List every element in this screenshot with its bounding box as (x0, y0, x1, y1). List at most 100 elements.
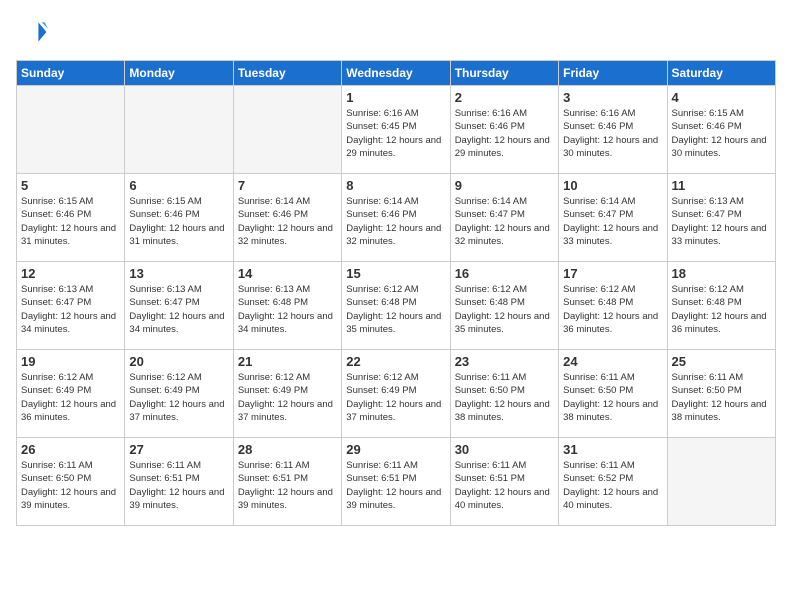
day-info: Sunrise: 6:13 AM Sunset: 6:47 PM Dayligh… (672, 195, 771, 248)
logo (16, 16, 52, 48)
day-number: 8 (346, 178, 445, 193)
day-cell: 4 Sunrise: 6:15 AM Sunset: 6:46 PM Daylig… (667, 86, 775, 174)
day-info: Sunrise: 6:13 AM Sunset: 6:48 PM Dayligh… (238, 283, 337, 336)
day-number: 3 (563, 90, 662, 105)
day-cell: 19 Sunrise: 6:12 AM Sunset: 6:49 PM Dayli… (17, 350, 125, 438)
day-info: Sunrise: 6:13 AM Sunset: 6:47 PM Dayligh… (21, 283, 120, 336)
day-cell: 18 Sunrise: 6:12 AM Sunset: 6:48 PM Dayli… (667, 262, 775, 350)
day-header-monday: Monday (125, 61, 233, 86)
day-number: 31 (563, 442, 662, 457)
day-header-tuesday: Tuesday (233, 61, 341, 86)
day-number: 23 (455, 354, 554, 369)
week-row-3: 19 Sunrise: 6:12 AM Sunset: 6:49 PM Dayli… (17, 350, 776, 438)
day-cell: 20 Sunrise: 6:12 AM Sunset: 6:49 PM Dayli… (125, 350, 233, 438)
day-info: Sunrise: 6:11 AM Sunset: 6:50 PM Dayligh… (563, 371, 662, 424)
day-info: Sunrise: 6:14 AM Sunset: 6:46 PM Dayligh… (346, 195, 445, 248)
day-number: 25 (672, 354, 771, 369)
day-number: 26 (21, 442, 120, 457)
day-info: Sunrise: 6:12 AM Sunset: 6:49 PM Dayligh… (21, 371, 120, 424)
day-info: Sunrise: 6:12 AM Sunset: 6:49 PM Dayligh… (129, 371, 228, 424)
day-info: Sunrise: 6:11 AM Sunset: 6:50 PM Dayligh… (455, 371, 554, 424)
day-number: 18 (672, 266, 771, 281)
week-row-2: 12 Sunrise: 6:13 AM Sunset: 6:47 PM Dayli… (17, 262, 776, 350)
week-row-4: 26 Sunrise: 6:11 AM Sunset: 6:50 PM Dayli… (17, 438, 776, 526)
day-number: 19 (21, 354, 120, 369)
day-info: Sunrise: 6:12 AM Sunset: 6:48 PM Dayligh… (672, 283, 771, 336)
calendar-body: 1 Sunrise: 6:16 AM Sunset: 6:45 PM Daylig… (17, 86, 776, 526)
calendar-table: SundayMondayTuesdayWednesdayThursdayFrid… (16, 60, 776, 526)
day-cell: 8 Sunrise: 6:14 AM Sunset: 6:46 PM Daylig… (342, 174, 450, 262)
day-info: Sunrise: 6:11 AM Sunset: 6:51 PM Dayligh… (346, 459, 445, 512)
week-row-1: 5 Sunrise: 6:15 AM Sunset: 6:46 PM Daylig… (17, 174, 776, 262)
day-info: Sunrise: 6:16 AM Sunset: 6:46 PM Dayligh… (563, 107, 662, 160)
day-cell: 5 Sunrise: 6:15 AM Sunset: 6:46 PM Daylig… (17, 174, 125, 262)
day-number: 21 (238, 354, 337, 369)
day-header-saturday: Saturday (667, 61, 775, 86)
day-number: 13 (129, 266, 228, 281)
day-info: Sunrise: 6:15 AM Sunset: 6:46 PM Dayligh… (129, 195, 228, 248)
day-number: 10 (563, 178, 662, 193)
day-cell: 14 Sunrise: 6:13 AM Sunset: 6:48 PM Dayli… (233, 262, 341, 350)
day-info: Sunrise: 6:11 AM Sunset: 6:50 PM Dayligh… (21, 459, 120, 512)
day-cell: 13 Sunrise: 6:13 AM Sunset: 6:47 PM Dayli… (125, 262, 233, 350)
day-cell: 1 Sunrise: 6:16 AM Sunset: 6:45 PM Daylig… (342, 86, 450, 174)
day-header-friday: Friday (559, 61, 667, 86)
day-cell: 30Sunrise: 6:11 AM Sunset: 6:51 PM Dayli… (450, 438, 558, 526)
day-info: Sunrise: 6:13 AM Sunset: 6:47 PM Dayligh… (129, 283, 228, 336)
day-info: Sunrise: 6:12 AM Sunset: 6:48 PM Dayligh… (563, 283, 662, 336)
day-cell: 23 Sunrise: 6:11 AM Sunset: 6:50 PM Dayli… (450, 350, 558, 438)
day-number: 14 (238, 266, 337, 281)
day-cell: 22Sunrise: 6:12 AM Sunset: 6:49 PM Dayli… (342, 350, 450, 438)
day-info: Sunrise: 6:12 AM Sunset: 6:49 PM Dayligh… (346, 371, 445, 424)
day-cell: 7 Sunrise: 6:14 AM Sunset: 6:46 PM Daylig… (233, 174, 341, 262)
day-number: 1 (346, 90, 445, 105)
day-cell: 11 Sunrise: 6:13 AM Sunset: 6:47 PM Dayli… (667, 174, 775, 262)
day-cell: 6Sunrise: 6:15 AM Sunset: 6:46 PM Daylig… (125, 174, 233, 262)
day-cell: 17 Sunrise: 6:12 AM Sunset: 6:48 PM Dayli… (559, 262, 667, 350)
day-cell: 10 Sunrise: 6:14 AM Sunset: 6:47 PM Dayli… (559, 174, 667, 262)
day-number: 5 (21, 178, 120, 193)
day-cell: 31 Sunrise: 6:11 AM Sunset: 6:52 PM Dayli… (559, 438, 667, 526)
header (16, 16, 776, 48)
day-number: 4 (672, 90, 771, 105)
day-cell (667, 438, 775, 526)
day-header-wednesday: Wednesday (342, 61, 450, 86)
day-number: 12 (21, 266, 120, 281)
day-info: Sunrise: 6:15 AM Sunset: 6:46 PM Dayligh… (672, 107, 771, 160)
day-cell: 24 Sunrise: 6:11 AM Sunset: 6:50 PM Dayli… (559, 350, 667, 438)
day-info: Sunrise: 6:16 AM Sunset: 6:46 PM Dayligh… (455, 107, 554, 160)
day-number: 28 (238, 442, 337, 457)
day-header-sunday: Sunday (17, 61, 125, 86)
day-info: Sunrise: 6:11 AM Sunset: 6:52 PM Dayligh… (563, 459, 662, 512)
days-header-row: SundayMondayTuesdayWednesdayThursdayFrid… (17, 61, 776, 86)
day-info: Sunrise: 6:12 AM Sunset: 6:48 PM Dayligh… (455, 283, 554, 336)
day-info: Sunrise: 6:14 AM Sunset: 6:46 PM Dayligh… (238, 195, 337, 248)
day-number: 2 (455, 90, 554, 105)
week-row-0: 1 Sunrise: 6:16 AM Sunset: 6:45 PM Daylig… (17, 86, 776, 174)
day-cell: 25 Sunrise: 6:11 AM Sunset: 6:50 PM Dayli… (667, 350, 775, 438)
day-number: 9 (455, 178, 554, 193)
day-info: Sunrise: 6:12 AM Sunset: 6:48 PM Dayligh… (346, 283, 445, 336)
day-cell: 16 Sunrise: 6:12 AM Sunset: 6:48 PM Dayli… (450, 262, 558, 350)
day-header-thursday: Thursday (450, 61, 558, 86)
day-cell: 29 Sunrise: 6:11 AM Sunset: 6:51 PM Dayli… (342, 438, 450, 526)
day-number: 7 (238, 178, 337, 193)
day-cell: 21Sunrise: 6:12 AM Sunset: 6:49 PM Dayli… (233, 350, 341, 438)
day-number: 20 (129, 354, 228, 369)
day-number: 29 (346, 442, 445, 457)
day-cell: 3 Sunrise: 6:16 AM Sunset: 6:46 PM Daylig… (559, 86, 667, 174)
day-number: 16 (455, 266, 554, 281)
day-info: Sunrise: 6:14 AM Sunset: 6:47 PM Dayligh… (563, 195, 662, 248)
day-info: Sunrise: 6:15 AM Sunset: 6:46 PM Dayligh… (21, 195, 120, 248)
day-number: 17 (563, 266, 662, 281)
day-number: 11 (672, 178, 771, 193)
day-cell (233, 86, 341, 174)
day-cell: 15Sunrise: 6:12 AM Sunset: 6:48 PM Dayli… (342, 262, 450, 350)
day-cell: 12 Sunrise: 6:13 AM Sunset: 6:47 PM Dayli… (17, 262, 125, 350)
day-info: Sunrise: 6:11 AM Sunset: 6:50 PM Dayligh… (672, 371, 771, 424)
day-info: Sunrise: 6:11 AM Sunset: 6:51 PM Dayligh… (238, 459, 337, 512)
day-number: 24 (563, 354, 662, 369)
day-cell (125, 86, 233, 174)
day-info: Sunrise: 6:16 AM Sunset: 6:45 PM Dayligh… (346, 107, 445, 160)
day-cell: 28 Sunrise: 6:11 AM Sunset: 6:51 PM Dayli… (233, 438, 341, 526)
